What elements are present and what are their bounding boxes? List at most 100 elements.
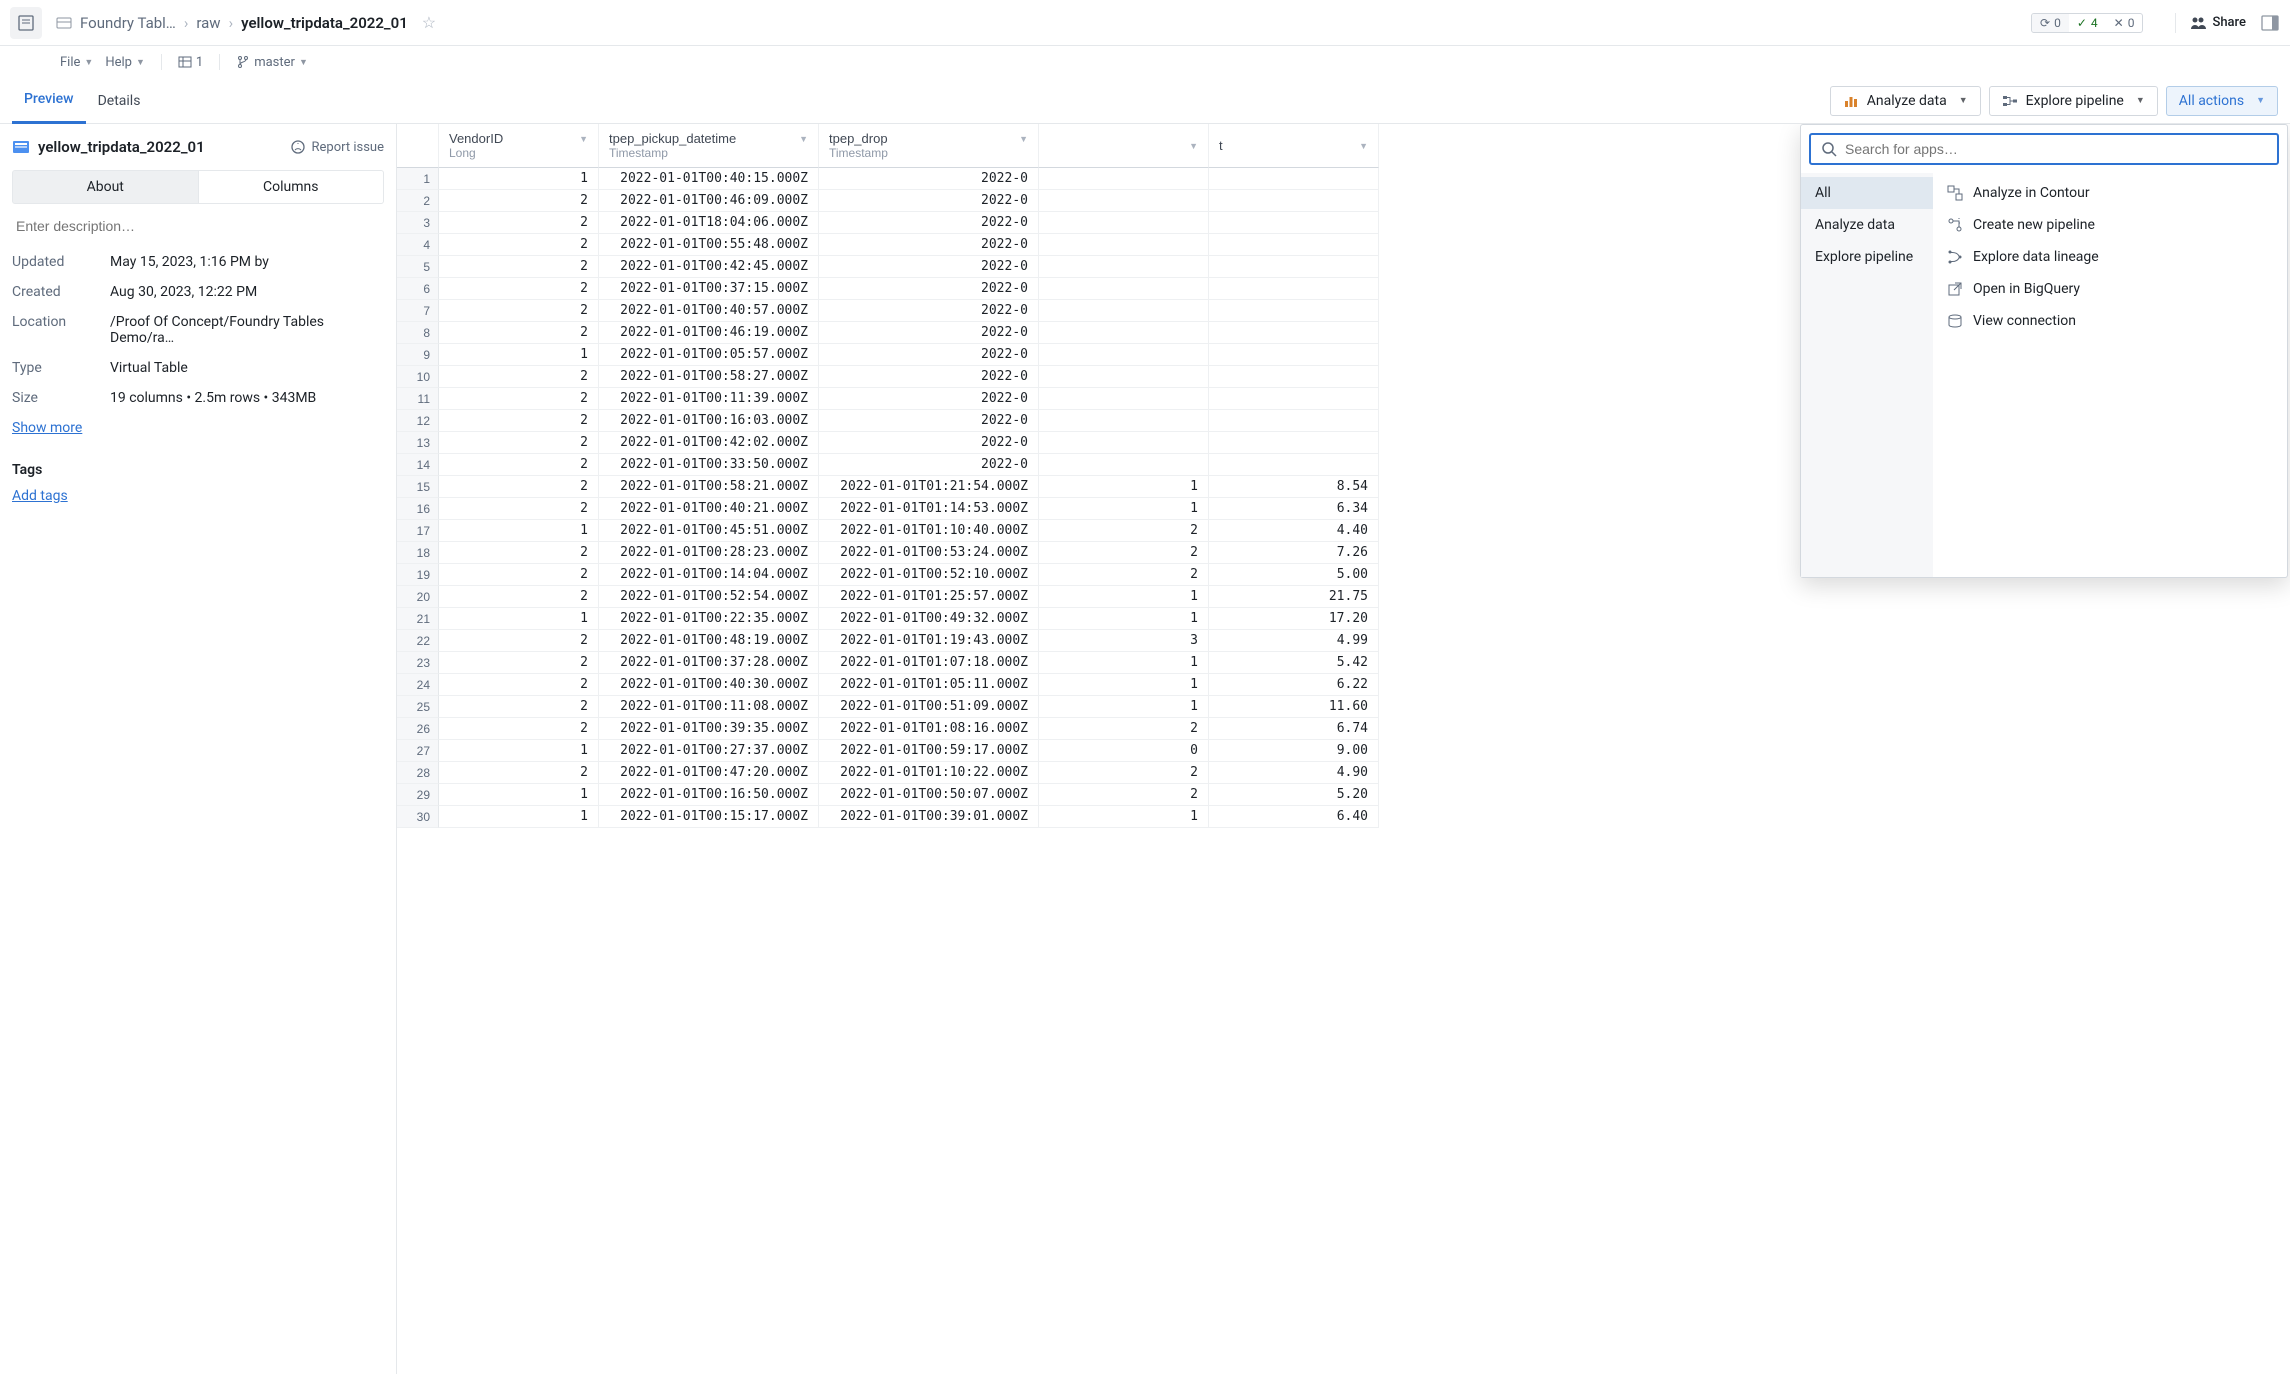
breadcrumb-root[interactable]: Foundry Tabl… <box>80 14 176 32</box>
search-input[interactable] <box>1845 141 2267 157</box>
branch-selector[interactable]: master▼ <box>232 53 312 72</box>
popover-cat-analyze[interactable]: Analyze data <box>1801 209 1933 241</box>
data-cell[interactable]: 1 <box>1039 608 1209 630</box>
data-cell[interactable]: 2022-01-01T00:37:28.000Z <box>599 652 819 674</box>
breadcrumb-current[interactable]: yellow_tripdata_2022_01 <box>241 14 408 32</box>
chevron-down-icon[interactable]: ▼ <box>1019 134 1028 144</box>
data-cell[interactable]: 2022-01-01T01:10:40.000Z <box>819 520 1039 542</box>
panel-toggle-icon[interactable] <box>2260 13 2280 33</box>
data-cell[interactable] <box>1039 366 1209 388</box>
data-cell[interactable] <box>1039 388 1209 410</box>
data-cell[interactable] <box>1209 256 1379 278</box>
data-cell[interactable]: 1 <box>439 520 599 542</box>
data-cell[interactable]: 2022-01-01T01:05:11.000Z <box>819 674 1039 696</box>
data-cell[interactable]: 2022-01-01T00:58:21.000Z <box>599 476 819 498</box>
data-cell[interactable]: 1 <box>439 344 599 366</box>
data-cell[interactable]: 2 <box>439 718 599 740</box>
data-cell[interactable]: 2 <box>1039 520 1209 542</box>
data-cell[interactable]: 2022-01-01T00:55:48.000Z <box>599 234 819 256</box>
data-cell[interactable]: 2022-01-01T00:52:54.000Z <box>599 586 819 608</box>
data-cell[interactable]: 2022-01-01T00:46:19.000Z <box>599 322 819 344</box>
file-menu[interactable]: File▼ <box>56 53 97 72</box>
data-cell[interactable]: 4.99 <box>1209 630 1379 652</box>
data-cell[interactable]: 6.74 <box>1209 718 1379 740</box>
data-cell[interactable]: 1 <box>1039 652 1209 674</box>
data-cell[interactable]: 2022-01-01T00:52:10.000Z <box>819 564 1039 586</box>
data-cell[interactable]: 2022-01-01T00:42:45.000Z <box>599 256 819 278</box>
data-cell[interactable]: 2022-0 <box>819 410 1039 432</box>
sidebar-tab-about[interactable]: About <box>12 170 199 204</box>
data-cell[interactable]: 2 <box>439 234 599 256</box>
action-new-pipeline[interactable]: Create new pipeline <box>1933 209 2287 241</box>
data-cell[interactable]: 2 <box>439 300 599 322</box>
data-cell[interactable] <box>1209 234 1379 256</box>
data-cell[interactable]: 2022-01-01T00:27:37.000Z <box>599 740 819 762</box>
column-header[interactable]: tpep_drop▼Timestamp <box>819 124 1039 168</box>
data-cell[interactable]: 2 <box>439 674 599 696</box>
data-cell[interactable]: 2 <box>1039 784 1209 806</box>
tab-preview[interactable]: Preview <box>12 78 86 124</box>
data-cell[interactable]: 2022-01-01T01:21:54.000Z <box>819 476 1039 498</box>
data-cell[interactable] <box>1039 300 1209 322</box>
data-cell[interactable]: 2022-01-01T01:14:53.000Z <box>819 498 1039 520</box>
data-cell[interactable]: 2022-01-01T00:58:27.000Z <box>599 366 819 388</box>
data-cell[interactable]: 2022-0 <box>819 388 1039 410</box>
data-cell[interactable]: 1 <box>439 740 599 762</box>
data-cell[interactable]: 2 <box>439 564 599 586</box>
column-header[interactable]: t▼ <box>1209 124 1379 168</box>
app-icon[interactable] <box>10 7 42 39</box>
data-cell[interactable]: 5.42 <box>1209 652 1379 674</box>
column-header[interactable]: tpep_pickup_datetime▼Timestamp <box>599 124 819 168</box>
data-cell[interactable]: 1 <box>1039 498 1209 520</box>
action-open-bigquery[interactable]: Open in BigQuery <box>1933 273 2287 305</box>
data-cell[interactable]: 2022-0 <box>819 432 1039 454</box>
data-cell[interactable]: 4.40 <box>1209 520 1379 542</box>
data-cell[interactable]: 2 <box>439 542 599 564</box>
data-cell[interactable]: 2 <box>439 630 599 652</box>
data-cell[interactable]: 2 <box>439 410 599 432</box>
data-cell[interactable] <box>1209 410 1379 432</box>
sidebar-tab-columns[interactable]: Columns <box>199 170 385 204</box>
data-cell[interactable]: 2022-01-01T00:37:15.000Z <box>599 278 819 300</box>
data-cell[interactable]: 2022-01-01T00:11:08.000Z <box>599 696 819 718</box>
description-input[interactable] <box>12 204 384 248</box>
data-cell[interactable]: 2022-01-01T00:40:21.000Z <box>599 498 819 520</box>
data-cell[interactable] <box>1039 322 1209 344</box>
column-header[interactable]: VendorID▼Long <box>439 124 599 168</box>
column-header[interactable]: ▼ <box>1039 124 1209 168</box>
data-cell[interactable]: 2022-01-01T00:40:30.000Z <box>599 674 819 696</box>
data-cell[interactable]: 2022-0 <box>819 366 1039 388</box>
data-cell[interactable]: 2 <box>439 212 599 234</box>
tab-details[interactable]: Details <box>86 78 153 124</box>
data-cell[interactable]: 2 <box>439 762 599 784</box>
data-cell[interactable] <box>1039 278 1209 300</box>
all-actions-button[interactable]: All actions▼ <box>2166 86 2278 116</box>
error-status[interactable]: ✕0 <box>2106 14 2143 32</box>
data-cell[interactable]: 2 <box>1039 564 1209 586</box>
data-cell[interactable]: 2022-0 <box>819 256 1039 278</box>
data-cell[interactable]: 17.20 <box>1209 608 1379 630</box>
data-cell[interactable] <box>1039 454 1209 476</box>
ok-status[interactable]: ✓4 <box>2069 14 2106 32</box>
data-cell[interactable] <box>1209 322 1379 344</box>
data-cell[interactable]: 2022-0 <box>819 322 1039 344</box>
data-cell[interactable]: 2022-01-01T01:25:57.000Z <box>819 586 1039 608</box>
data-cell[interactable]: 2022-01-01T00:40:15.000Z <box>599 168 819 190</box>
data-cell[interactable]: 1 <box>1039 586 1209 608</box>
data-cell[interactable]: 1 <box>439 784 599 806</box>
data-cell[interactable]: 2 <box>439 498 599 520</box>
data-cell[interactable] <box>1039 212 1209 234</box>
data-cell[interactable]: 2022-01-01T00:16:50.000Z <box>599 784 819 806</box>
add-tags-link[interactable]: Add tags <box>12 488 384 504</box>
breadcrumb-folder[interactable]: raw <box>196 14 220 32</box>
data-cell[interactable]: 2 <box>439 366 599 388</box>
chevron-down-icon[interactable]: ▼ <box>1359 141 1368 151</box>
data-cell[interactable]: 3 <box>1039 630 1209 652</box>
data-cell[interactable] <box>1209 344 1379 366</box>
show-more-link[interactable]: Show more <box>12 420 384 436</box>
data-cell[interactable] <box>1209 454 1379 476</box>
data-cell[interactable]: 6.22 <box>1209 674 1379 696</box>
data-cell[interactable]: 1 <box>439 168 599 190</box>
data-cell[interactable] <box>1209 168 1379 190</box>
data-cell[interactable]: 2 <box>439 696 599 718</box>
